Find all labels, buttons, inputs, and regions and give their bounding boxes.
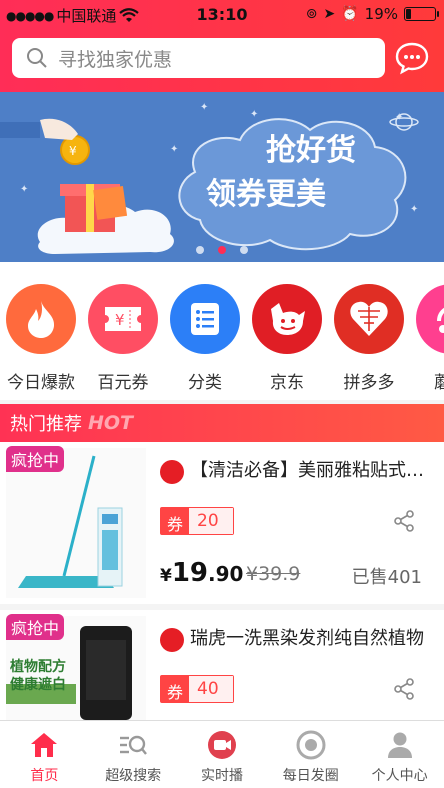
svg-text:✦: ✦ <box>20 184 28 195</box>
status-bar: ●●●●● 中国联通 13:10 ⊚ ➤ ⏰ 19% <box>0 0 444 30</box>
pinduoduo-icon <box>334 284 404 354</box>
svg-text:✦: ✦ <box>170 144 178 155</box>
coupon-badge[interactable]: 券 40 <box>160 675 234 703</box>
coupon-label: 券 <box>161 676 190 702</box>
person-icon <box>387 732 412 758</box>
tmall-logo-icon <box>160 628 184 652</box>
mogu-icon <box>416 284 444 354</box>
header-bar: ●●●●● 中国联通 13:10 ⊚ ➤ ⏰ 19% 寻找独家优惠 <box>0 0 444 92</box>
search-bar[interactable]: 寻找独家优惠 <box>12 38 385 78</box>
promo-banner[interactable]: ✦ ✦ ✦ ✦ ✦ ✦ ¥ 抢好货 领券更美 <box>0 92 444 262</box>
tab-profile[interactable]: 个人中心 <box>355 721 444 788</box>
section-title: 热门推荐 <box>10 414 82 435</box>
banner-indicator <box>0 246 444 254</box>
app-screen: ●●●●● 中国联通 13:10 ⊚ ➤ ⏰ 19% 寻找独家优惠 ✦ ✦ ✦ … <box>0 0 444 788</box>
share-icon[interactable] <box>392 509 416 533</box>
category-label: 今日爆款 <box>7 373 75 393</box>
banner-dot[interactable] <box>240 246 248 254</box>
svg-text:✦: ✦ <box>250 109 258 120</box>
hot-badge: 疯抢中 <box>6 446 65 472</box>
category-row: 今日爆款 ¥ 百元券 分类 京东 拼多多 蘑 <box>0 262 444 400</box>
hot-section-header: 热门推荐 HOT <box>0 404 444 442</box>
sold-count: 已售401 <box>351 567 422 588</box>
tab-daily-circle[interactable]: 每日发圈 <box>266 721 355 788</box>
category-hundred-coupon[interactable]: ¥ 百元券 <box>82 262 164 400</box>
banner-headline-1: 抢好货 <box>266 133 356 168</box>
circle-icon <box>296 730 326 760</box>
video-icon <box>207 731 236 759</box>
coupon-value: 20 <box>189 508 233 534</box>
tab-super-search[interactable]: 超级搜索 <box>89 721 178 788</box>
shop-logo-icon <box>160 460 184 484</box>
ticket-icon: ¥ <box>88 284 158 354</box>
alarm-icon: ⏰ <box>341 6 359 22</box>
svg-text:✦: ✦ <box>410 204 418 215</box>
share-icon[interactable] <box>392 677 416 701</box>
flame-icon <box>6 284 76 354</box>
search-placeholder: 寻找独家优惠 <box>58 48 173 71</box>
coupon-value: 40 <box>189 676 233 702</box>
bottom-tab-bar: 首页 超级搜索 实时播 每日发圈 个人中心 <box>0 720 444 788</box>
home-icon <box>31 733 58 757</box>
jd-dog-icon <box>252 284 322 354</box>
banner-art: ✦✦✦ ✦✦✦ ¥ 抢好货 领券更美 <box>0 102 419 254</box>
category-label: 百元券 <box>97 373 149 393</box>
category-pinduoduo[interactable]: 拼多多 <box>328 262 410 400</box>
category-label: 拼多多 <box>343 373 395 393</box>
tab-home[interactable]: 首页 <box>0 721 89 788</box>
chat-bubble-icon[interactable] <box>394 40 430 76</box>
product-card[interactable]: 美丽雅 疯抢中 【清洁必备】美丽雅粘贴式平板拖把 券 20 ¥19.90 ¥39… <box>0 442 444 604</box>
category-classify[interactable]: 分类 <box>164 262 246 400</box>
section-title-en: HOT <box>88 412 134 434</box>
banner-dot[interactable] <box>196 246 204 254</box>
super-search-icon <box>120 735 148 755</box>
tab-live[interactable]: 实时播 <box>178 721 267 788</box>
coupon-label: 券 <box>161 508 190 534</box>
category-mogu[interactable]: 蘑菇 <box>410 262 444 400</box>
battery-percent: 19% <box>364 5 398 23</box>
category-today-hot[interactable]: 今日爆款 <box>0 262 82 400</box>
banner-dot-active[interactable] <box>218 246 226 254</box>
banner-headline-2: 领券更美 <box>206 177 326 212</box>
product-title[interactable]: 瑞虎一洗黑染发剂纯自然植物 <box>190 624 430 650</box>
original-price: ¥39.9 <box>246 563 301 585</box>
product-price: ¥19.90 <box>160 558 244 588</box>
svg-text:¥: ¥ <box>69 144 77 158</box>
svg-text:¥: ¥ <box>115 311 125 329</box>
svg-text:✦: ✦ <box>200 102 208 113</box>
hot-badge: 疯抢中 <box>6 614 65 640</box>
product-image-text: 健康遮白 <box>10 677 66 693</box>
category-label: 蘑菇 <box>434 373 444 393</box>
location-icon: ➤ <box>323 6 336 22</box>
list-icon <box>170 284 240 354</box>
battery-icon <box>404 7 439 21</box>
product-card[interactable]: 植物配方 健康遮白 疯抢中 瑞虎一洗黑染发剂纯自然植物 券 40 <box>0 610 444 720</box>
search-icon <box>27 48 47 68</box>
category-label: 京东 <box>270 373 304 393</box>
product-title[interactable]: 【清洁必备】美丽雅粘贴式平板拖把 <box>190 456 430 482</box>
coupon-badge[interactable]: 券 20 <box>160 507 234 535</box>
rotation-lock-icon: ⊚ <box>305 6 318 22</box>
category-jd[interactable]: 京东 <box>246 262 328 400</box>
product-image-text: 植物配方 <box>10 659 66 675</box>
category-label: 分类 <box>188 373 222 393</box>
